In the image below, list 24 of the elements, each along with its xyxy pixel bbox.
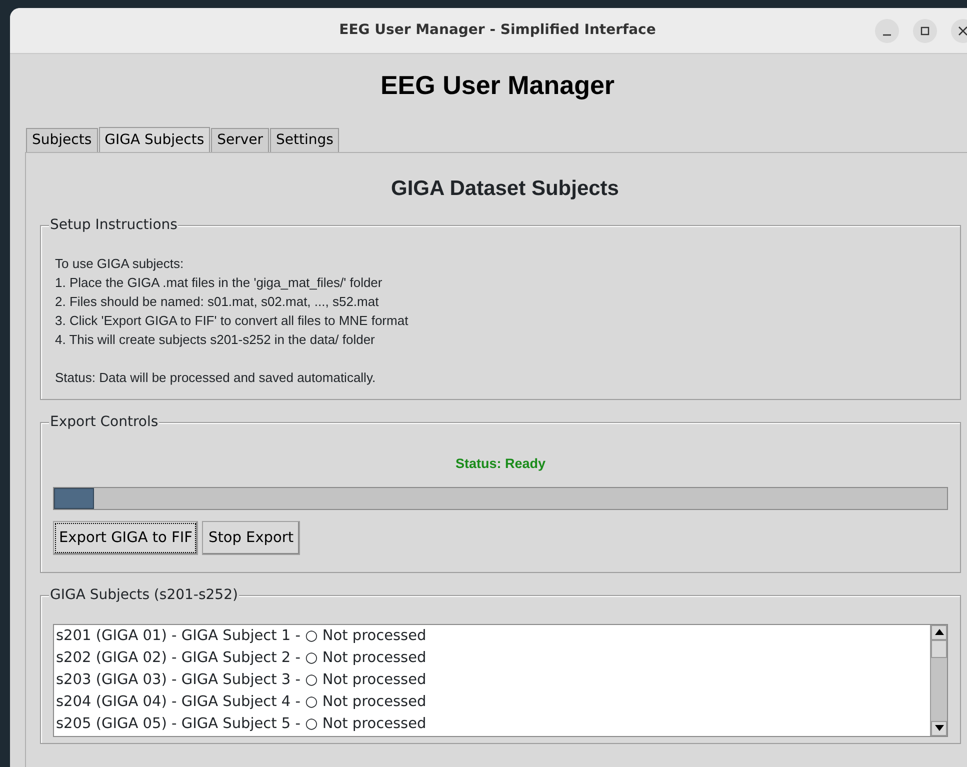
group-title: GIGA Subjects (s201-s252) xyxy=(49,586,239,604)
list-item[interactable]: s204 (GIGA 04) - GIGA Subject 4 - ○ Not processed xyxy=(56,690,426,713)
instruction-line: To use GIGA subjects: xyxy=(55,254,185,272)
tab[interactable]: Subjects xyxy=(26,128,98,152)
export-button[interactable]: Stop Export xyxy=(202,520,300,555)
window-title: EEG User Manager - Simplified Interface xyxy=(339,21,656,40)
export-button[interactable]: Export GIGA to FIF xyxy=(53,520,198,555)
list-item[interactable]: s202 (GIGA 02) - GIGA Subject 2 - ○ Not processed xyxy=(56,646,426,669)
app-title: EEG User Manager xyxy=(379,69,616,102)
tab[interactable]: GIGA Subjects xyxy=(98,127,210,152)
list-item[interactable]: s205 (GIGA 05) - GIGA Subject 5 - ○ Not processed xyxy=(56,712,426,735)
list-item[interactable]: s201 (GIGA 01) - GIGA Subject 1 - ○ Not processed xyxy=(56,624,426,647)
list-item[interactable]: s203 (GIGA 03) - GIGA Subject 3 - ○ Not processed xyxy=(56,668,426,691)
page-title: GIGA Dataset Subjects xyxy=(390,176,620,202)
group-title: Export Controls xyxy=(49,412,160,430)
instruction-line: 2. Files should be named: s01.mat, s02.mat, ..., s52.mat xyxy=(55,292,380,310)
instruction-line: 3. Click 'Export GIGA to FIF' to convert all files to MNE format xyxy=(55,312,410,330)
tab[interactable]: Server xyxy=(211,128,270,152)
status-note: Status: Data will be processed and saved automatically. xyxy=(55,368,377,386)
tab[interactable]: Settings xyxy=(270,128,340,152)
status-text: Status: Ready xyxy=(454,454,547,473)
group-title: Setup Instructions xyxy=(49,216,178,234)
instruction-line: 4. This will create subjects s201-s252 in the data/ folder xyxy=(55,330,376,348)
instruction-line: 1. Place the GIGA .mat files in the 'giga_mat_files/' folder xyxy=(55,274,384,292)
